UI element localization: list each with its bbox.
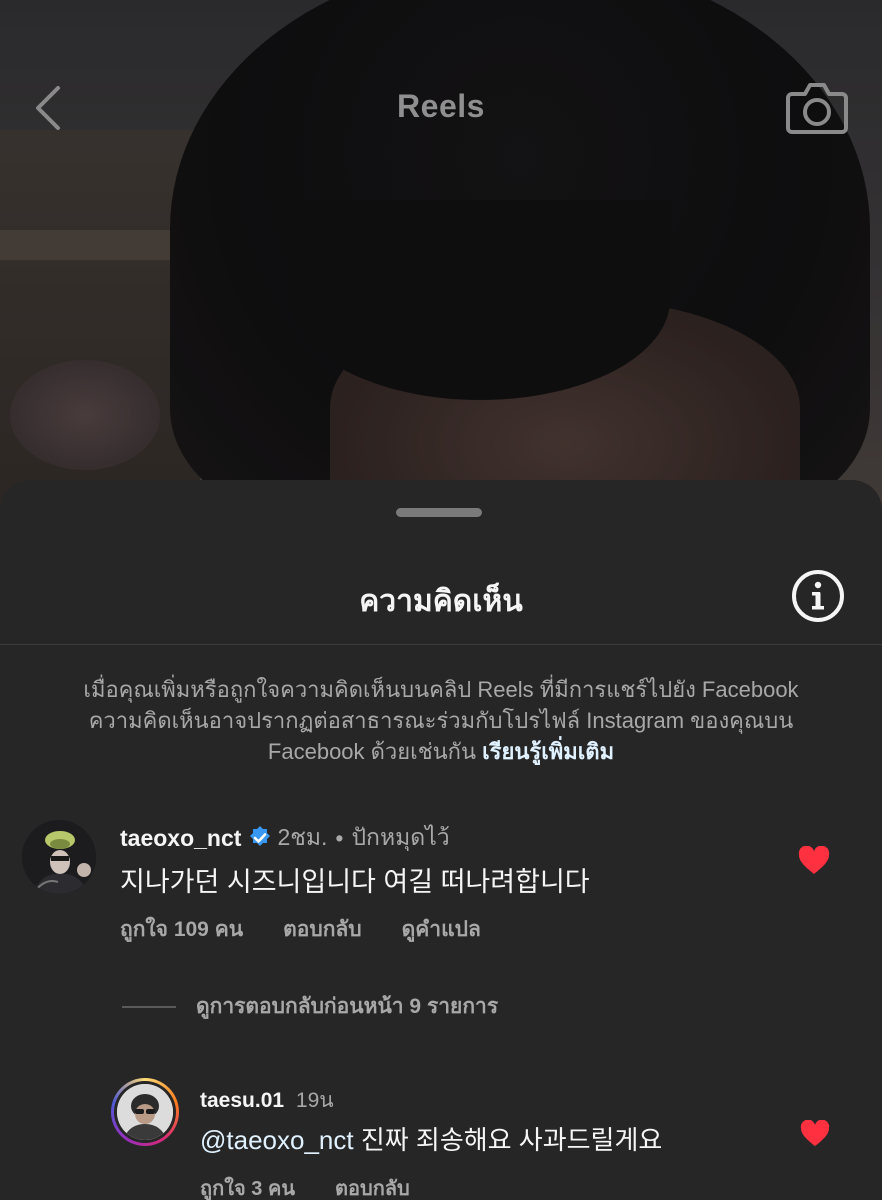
comment-username[interactable]: taeoxo_nct — [120, 825, 241, 852]
avatar-image — [22, 820, 96, 894]
likes-count[interactable]: ถูกใจ 109 คน — [120, 913, 243, 946]
like-button[interactable] — [800, 1119, 830, 1148]
likes-count[interactable]: ถูกใจ 3 คน — [200, 1172, 295, 1200]
reply-header: taesu.01 19น — [200, 1084, 334, 1117]
pinned-label: ปักหมุดไว้ — [351, 824, 450, 850]
like-button[interactable] — [798, 845, 830, 876]
comment-time: 2ชม. — [277, 824, 328, 850]
learn-more-link[interactable]: เรียนรู้เพิ่มเติม — [482, 739, 614, 764]
sheet-drag-handle[interactable] — [396, 508, 482, 517]
comment-text: 지나가던 시즈니입니다 여길 떠나려합니다 — [120, 867, 590, 897]
info-button[interactable] — [790, 568, 846, 624]
reels-top-bar: Reels — [0, 0, 882, 215]
mention-link[interactable]: @taeoxo_nct — [200, 1125, 354, 1155]
comment-item: taeoxo_nct 2ชม. • ปักหมุดไว้ 지나가던 시즈니입니다… — [0, 810, 882, 950]
reply-username[interactable]: taesu.01 — [200, 1089, 284, 1112]
reply-text: @taeoxo_nct 진짜 죄송해요 사과드릴게요 — [200, 1120, 662, 1157]
heart-icon — [798, 845, 830, 874]
facebook-sharing-notice: เมื่อคุณเพิ่มหรือถูกใจความคิดเห็นบนคลิป … — [60, 674, 822, 767]
comment-actions: ถูกใจ 109 คน ตอบกลับ ดูคำแปล — [120, 913, 481, 946]
avatar — [117, 1084, 173, 1140]
reply-time: 19น — [295, 1089, 334, 1112]
camera-button[interactable] — [786, 78, 848, 136]
meta-separator: • — [335, 824, 344, 851]
avatar-image — [117, 1084, 173, 1140]
view-replies-label: ดูการตอบกลับก่อนหน้า 9 รายการ — [196, 995, 499, 1018]
reply-text-body: 진짜 죄송해요 사과드릴게요 — [353, 1125, 663, 1155]
story-ring[interactable] — [111, 1078, 179, 1146]
view-previous-replies[interactable]: ดูการตอบกลับก่อนหน้า 9 รายการ — [122, 990, 498, 1023]
comments-sheet: ความคิดเห็น เมื่อคุณเพิ่มหรือถูกใจความคิ… — [0, 480, 882, 1200]
reply-item: taesu.01 19น @taeoxo_nct 진짜 죄송해요 사과드릴게요 … — [0, 1076, 882, 1200]
header-divider — [0, 644, 882, 645]
translate-button[interactable]: ดูคำแปล — [402, 913, 481, 946]
notice-text: เมื่อคุณเพิ่มหรือถูกใจความคิดเห็นบนคลิป … — [83, 677, 799, 764]
info-icon — [792, 570, 844, 622]
replies-line — [122, 1005, 176, 1008]
sheet-title: ความคิดเห็น — [359, 585, 523, 618]
reels-comments-screen: Reels ความคิดเห็น เมื่อคุณเพิ่มหรือถูกใจ… — [0, 0, 882, 1200]
reply-actions: ถูกใจ 3 คน ตอบกลับ — [200, 1172, 410, 1200]
reply-button[interactable]: ตอบกลับ — [335, 1172, 410, 1200]
verified-badge-icon — [250, 826, 271, 846]
avatar[interactable] — [22, 820, 96, 894]
comment-header: taeoxo_nct 2ชม. • ปักหมุดไว้ — [120, 820, 450, 856]
page-title: Reels — [397, 88, 485, 124]
camera-icon — [786, 83, 848, 134]
reply-button[interactable]: ตอบกลับ — [283, 913, 362, 946]
heart-icon — [800, 1119, 830, 1147]
